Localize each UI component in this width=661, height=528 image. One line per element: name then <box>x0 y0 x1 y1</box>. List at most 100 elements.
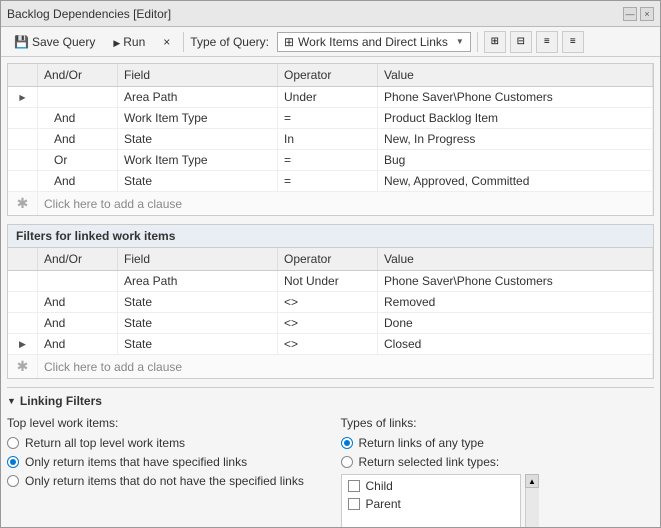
row-value: Removed <box>378 292 653 312</box>
filters-add-clause-label[interactable]: Click here to add a clause <box>38 355 653 378</box>
link-type-label-2: Return selected link types: <box>359 455 500 469</box>
icon3: ≡ <box>544 36 550 47</box>
link-type-radio-2[interactable]: Return selected link types: <box>341 455 655 469</box>
row-field: Area Path <box>118 271 278 291</box>
link-types-title: Types of links: <box>341 416 655 430</box>
child-label: Child <box>366 479 393 493</box>
table-row[interactable]: And State = New, Approved, Committed <box>8 171 653 192</box>
content-area: And/Or Field Operator Value ▶ Area Path … <box>1 57 660 527</box>
table-row[interactable]: And State <> Removed <box>8 292 653 313</box>
child-checkbox[interactable] <box>348 480 360 492</box>
col-value: Value <box>378 64 653 86</box>
row-value: New, In Progress <box>378 129 653 149</box>
dropdown-arrow-icon: ▼ <box>456 37 464 46</box>
table-row[interactable]: And State In New, In Progress <box>8 129 653 150</box>
row-value: Done <box>378 313 653 333</box>
parent-checkbox[interactable] <box>348 498 360 510</box>
top-level-title: Top level work items: <box>7 416 321 430</box>
radio-label-2: Only return items that have specified li… <box>25 455 247 469</box>
icon1: ⊞ <box>491 36 499 47</box>
add-clause-label[interactable]: Click here to add a clause <box>38 192 653 215</box>
col-field: Field <box>118 248 278 270</box>
linking-title: ▼ Linking Filters <box>7 394 654 408</box>
radio-circle-3[interactable] <box>7 475 19 487</box>
link-type-radio-circle-1[interactable] <box>341 437 353 449</box>
add-clause-row[interactable]: ✱ Click here to add a clause <box>8 192 653 215</box>
row-andor: Or <box>38 150 118 170</box>
row-field: State <box>118 292 278 312</box>
list-item[interactable]: Child <box>344 477 518 495</box>
parent-label: Parent <box>366 497 401 511</box>
row-icon <box>8 150 38 170</box>
linking-body: Top level work items: Return all top lev… <box>7 416 654 527</box>
add-clause-star: ✱ <box>8 192 38 215</box>
link-types-listbox[interactable]: Child Parent <box>341 474 521 527</box>
row-andor: And <box>38 129 118 149</box>
run-label: Run <box>123 35 145 49</box>
add-clause-star: ✱ <box>8 355 38 378</box>
radio-item-1[interactable]: Return all top level work items <box>7 436 321 450</box>
run-icon <box>113 35 120 49</box>
collapse-icon[interactable]: ▼ <box>7 396 16 406</box>
save-label: Save Query <box>32 35 95 49</box>
row-field: Work Item Type <box>118 108 278 128</box>
row-field: State <box>118 129 278 149</box>
close-button[interactable]: × <box>640 7 654 21</box>
table-row[interactable]: And Work Item Type = Product Backlog Ite… <box>8 108 653 129</box>
radio-item-3[interactable]: Only return items that do not have the s… <box>7 474 321 488</box>
run-button[interactable]: Run <box>106 32 152 52</box>
save-query-button[interactable]: 💾 Save Query <box>7 32 102 52</box>
save-icon: 💾 <box>14 35 29 49</box>
table-row[interactable]: Area Path Not Under Phone Saver\Phone Cu… <box>8 271 653 292</box>
row-operator: = <box>278 171 378 191</box>
scroll-up-button[interactable]: ▲ <box>525 474 539 488</box>
list-item[interactable]: Parent <box>344 495 518 513</box>
toolbar-icon-3[interactable]: ≡ <box>536 31 558 53</box>
table-row[interactable]: And State <> Done <box>8 313 653 334</box>
radio-circle-2[interactable] <box>7 456 19 468</box>
table-row[interactable]: Or Work Item Type = Bug <box>8 150 653 171</box>
top-level-col: Top level work items: Return all top lev… <box>7 416 321 527</box>
toolbar-icon-1[interactable]: ⊞ <box>484 31 506 53</box>
col-icon <box>8 248 38 270</box>
toolbar-icon-4[interactable]: ≡ <box>562 31 584 53</box>
row-icon <box>8 271 38 291</box>
row-operator: = <box>278 108 378 128</box>
link-type-label-1: Return links of any type <box>359 436 484 450</box>
row-operator: Under <box>278 87 378 107</box>
linking-filters-section: ▼ Linking Filters Top level work items: … <box>7 387 654 527</box>
row-andor: And <box>38 171 118 191</box>
window-title: Backlog Dependencies [Editor] <box>7 7 620 21</box>
query-type-dropdown[interactable]: ⊞ Work Items and Direct Links ▼ <box>277 32 471 52</box>
radio-label-1: Return all top level work items <box>25 436 185 450</box>
col-andor: And/Or <box>38 64 118 86</box>
main-window: Backlog Dependencies [Editor] — × 💾 Save… <box>0 0 661 528</box>
row-icon <box>8 171 38 191</box>
link-type-radio-1[interactable]: Return links of any type <box>341 436 655 450</box>
cancel-label: × <box>163 35 170 49</box>
linking-title-text: Linking Filters <box>20 394 102 408</box>
row-operator: Not Under <box>278 271 378 291</box>
col-icon <box>8 64 38 86</box>
filters-header: Filters for linked work items <box>8 225 653 248</box>
separator-1 <box>183 32 184 52</box>
restore-button[interactable]: — <box>623 7 637 21</box>
row-field: Area Path <box>118 87 278 107</box>
table-row[interactable]: ▶ And State <> Closed <box>8 334 653 355</box>
cancel-button[interactable]: × <box>156 32 177 52</box>
row-field: State <box>118 334 278 354</box>
row-andor: And <box>38 334 118 354</box>
row-operator: <> <box>278 313 378 333</box>
radio-circle-1[interactable] <box>7 437 19 449</box>
toolbar-icon-2[interactable]: ⊟ <box>510 31 532 53</box>
query-type-icon: ⊞ <box>284 35 294 49</box>
radio-item-2[interactable]: Only return items that have specified li… <box>7 455 321 469</box>
row-andor: And <box>38 292 118 312</box>
row-value: Product Backlog Item <box>378 108 653 128</box>
link-type-radio-circle-2[interactable] <box>341 456 353 468</box>
row-andor <box>38 87 118 107</box>
table-row[interactable]: ▶ Area Path Under Phone Saver\Phone Cust… <box>8 87 653 108</box>
top-query-grid: And/Or Field Operator Value ▶ Area Path … <box>7 63 654 216</box>
filters-add-clause-row[interactable]: ✱ Click here to add a clause <box>8 355 653 378</box>
query-type-value: Work Items and Direct Links <box>298 35 448 49</box>
